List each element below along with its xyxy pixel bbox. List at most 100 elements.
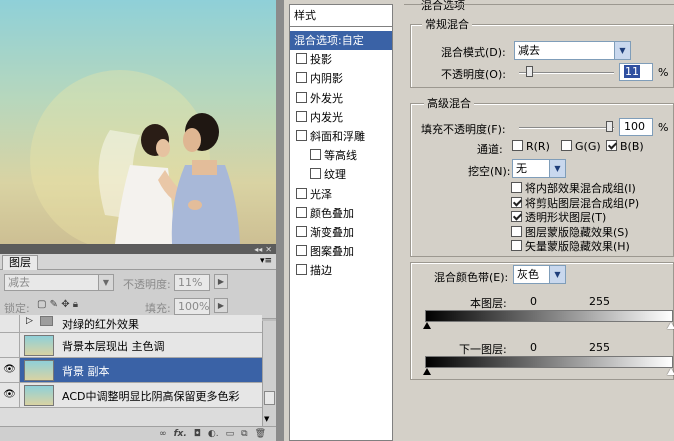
tab-layers[interactable]: 图层 xyxy=(2,255,38,270)
checkbox-box[interactable] xyxy=(561,140,572,151)
underlying-white-slider[interactable] xyxy=(667,368,674,375)
lock-position-icon[interactable]: ✥ xyxy=(61,299,69,310)
layer-row[interactable]: 👁︎ ACD中调整明显比阴高保留更多色彩 xyxy=(0,383,262,408)
advanced-option-checkbox[interactable]: 图层蒙版隐藏效果(S) xyxy=(511,224,629,240)
style-checkbox[interactable] xyxy=(296,245,307,257)
fill-slider-toggle[interactable]: ▶ xyxy=(214,298,228,313)
style-checkbox[interactable] xyxy=(296,110,307,122)
opacity-slider-toggle[interactable]: ▶ xyxy=(214,274,228,289)
layer-fill-input[interactable]: 100% xyxy=(174,298,210,315)
style-item[interactable]: 描边 xyxy=(290,261,392,280)
this-layer-black-slider[interactable] xyxy=(423,322,431,329)
panel-menu-icon[interactable]: ▾≡ xyxy=(260,256,272,266)
channel-g-checkbox[interactable]: G(G) xyxy=(561,140,601,153)
style-item[interactable]: 斜面和浮雕 xyxy=(290,127,392,146)
collapse-icon[interactable]: ◂◂ xyxy=(254,245,262,254)
style-checkbox[interactable] xyxy=(296,53,307,65)
checkbox-box[interactable] xyxy=(511,240,522,252)
opacity-slider-thumb[interactable] xyxy=(526,66,534,77)
style-checkbox[interactable] xyxy=(296,187,307,199)
advanced-option-label: 将内部效果混合成组(I) xyxy=(525,182,636,195)
style-item[interactable]: 光泽 xyxy=(290,185,392,204)
style-item[interactable]: 投影 xyxy=(290,50,392,69)
layer-thumbnail xyxy=(24,385,54,406)
style-checkbox[interactable] xyxy=(296,91,307,103)
panel-tab-bar: 图层 ▾≡ xyxy=(0,254,276,270)
lock-icons[interactable]: ▢ ✎ ✥ 🔒︎ xyxy=(37,299,78,310)
style-checkbox[interactable] xyxy=(296,72,307,84)
style-item[interactable]: 颜色叠加 xyxy=(290,204,392,223)
checkbox-box[interactable] xyxy=(511,182,522,193)
visibility-toggle[interactable] xyxy=(0,333,20,357)
fill-slider-thumb[interactable] xyxy=(606,121,613,132)
delete-layer-icon[interactable]: 🗑︎ xyxy=(255,427,266,441)
layer-blend-mode-select[interactable]: 减去 ▼ xyxy=(4,274,114,291)
checkbox-box-checked[interactable] xyxy=(606,140,617,151)
style-checkbox[interactable] xyxy=(310,149,321,161)
layer-row[interactable]: 背景本层现出 主色调 xyxy=(0,333,262,358)
channel-b-checkbox[interactable]: B(B) xyxy=(606,140,644,153)
style-checkbox[interactable] xyxy=(296,226,307,237)
layer-row-group[interactable]: ▷ 对绿的红外效果 xyxy=(0,315,262,333)
chevron-down-icon: ▼ xyxy=(614,42,630,59)
layer-row-selected[interactable]: 👁︎ 背景 副本 xyxy=(0,358,262,383)
checkbox-box-checked[interactable] xyxy=(511,196,522,208)
style-item[interactable]: 纹理 xyxy=(290,165,392,184)
style-item[interactable]: 图案叠加 xyxy=(290,242,392,261)
eye-icon[interactable]: 👁︎ xyxy=(0,383,20,407)
lock-image-icon[interactable]: ✎ xyxy=(50,299,58,310)
blend-mode-select[interactable]: 减去 ▼ xyxy=(514,41,631,60)
blend-if-select[interactable]: 灰色 ▼ xyxy=(513,265,566,284)
fill-opacity-input[interactable]: 100 xyxy=(619,118,653,136)
new-layer-icon[interactable]: ⧉ xyxy=(241,427,247,441)
layer-opacity-input[interactable]: 11% xyxy=(174,274,210,291)
checkbox-box[interactable] xyxy=(512,140,523,151)
advanced-option-checkbox[interactable]: 将内部效果混合成组(I) xyxy=(511,180,636,196)
style-item[interactable]: 渐变叠加 xyxy=(290,223,392,242)
layer-style-icon[interactable]: fx. xyxy=(174,427,187,441)
adjustment-layer-icon[interactable]: ◐. xyxy=(208,427,219,441)
advanced-option-checkbox[interactable]: 矢量蒙版隐藏效果(H) xyxy=(511,238,630,254)
add-mask-icon[interactable]: ◘ xyxy=(194,427,201,441)
style-item[interactable]: 外发光 xyxy=(290,89,392,108)
lock-all-icon[interactable]: 🔒︎ xyxy=(73,299,78,310)
advanced-option-checkbox[interactable]: 将剪贴图层混合成组(P) xyxy=(511,195,639,211)
lock-label: 锁定: xyxy=(4,302,30,315)
style-item[interactable]: 内阴影 xyxy=(290,69,392,88)
layer-list-scrollbar[interactable]: ▼ xyxy=(262,321,276,427)
fill-slider-track[interactable] xyxy=(519,127,614,129)
underlying-black-slider[interactable] xyxy=(423,368,431,375)
channel-r-checkbox[interactable]: R(R) xyxy=(512,140,550,153)
new-group-icon[interactable]: ▭ xyxy=(226,427,235,441)
close-panel-icon[interactable]: ✕ xyxy=(265,245,272,254)
panel-title-bar[interactable]: ◂◂ ✕ xyxy=(0,245,276,254)
chevron-down-icon: ▼ xyxy=(98,275,113,290)
style-checkbox[interactable] xyxy=(296,206,307,218)
styles-header[interactable]: 样式 xyxy=(290,5,392,27)
underlying-high-value: 255 xyxy=(589,341,610,354)
scroll-down-icon[interactable]: ▼ xyxy=(264,415,269,423)
style-checkbox[interactable] xyxy=(296,264,307,276)
style-item-label: 光泽 xyxy=(310,187,332,201)
canvas-vertical-scrollbar[interactable] xyxy=(276,0,284,441)
checkbox-box[interactable] xyxy=(511,225,522,237)
checkbox-box-checked[interactable] xyxy=(511,211,522,223)
eye-icon[interactable]: 👁︎ xyxy=(0,358,20,382)
channel-g-label: G(G) xyxy=(575,140,601,153)
opacity-input[interactable]: 11 xyxy=(619,63,653,81)
this-layer-white-slider[interactable] xyxy=(667,322,674,329)
style-item[interactable]: 内发光 xyxy=(290,108,392,127)
knockout-select[interactable]: 无 ▼ xyxy=(512,159,566,178)
scroll-thumb[interactable] xyxy=(264,391,275,405)
style-checkbox[interactable] xyxy=(310,168,321,180)
folder-icon xyxy=(40,316,53,326)
chevron-right-icon[interactable]: ▷ xyxy=(26,316,33,326)
style-item-label: 外发光 xyxy=(310,91,343,105)
style-checkbox[interactable] xyxy=(296,130,307,141)
advanced-option-checkbox[interactable]: 透明形状图层(T) xyxy=(511,209,606,225)
link-layers-icon[interactable]: ∞ xyxy=(159,427,167,441)
style-item-blend-options[interactable]: 混合选项:自定 xyxy=(290,31,392,50)
lock-transparency-icon[interactable]: ▢ xyxy=(37,299,46,310)
style-item[interactable]: 等高线 xyxy=(290,146,392,165)
visibility-toggle[interactable] xyxy=(0,315,20,332)
